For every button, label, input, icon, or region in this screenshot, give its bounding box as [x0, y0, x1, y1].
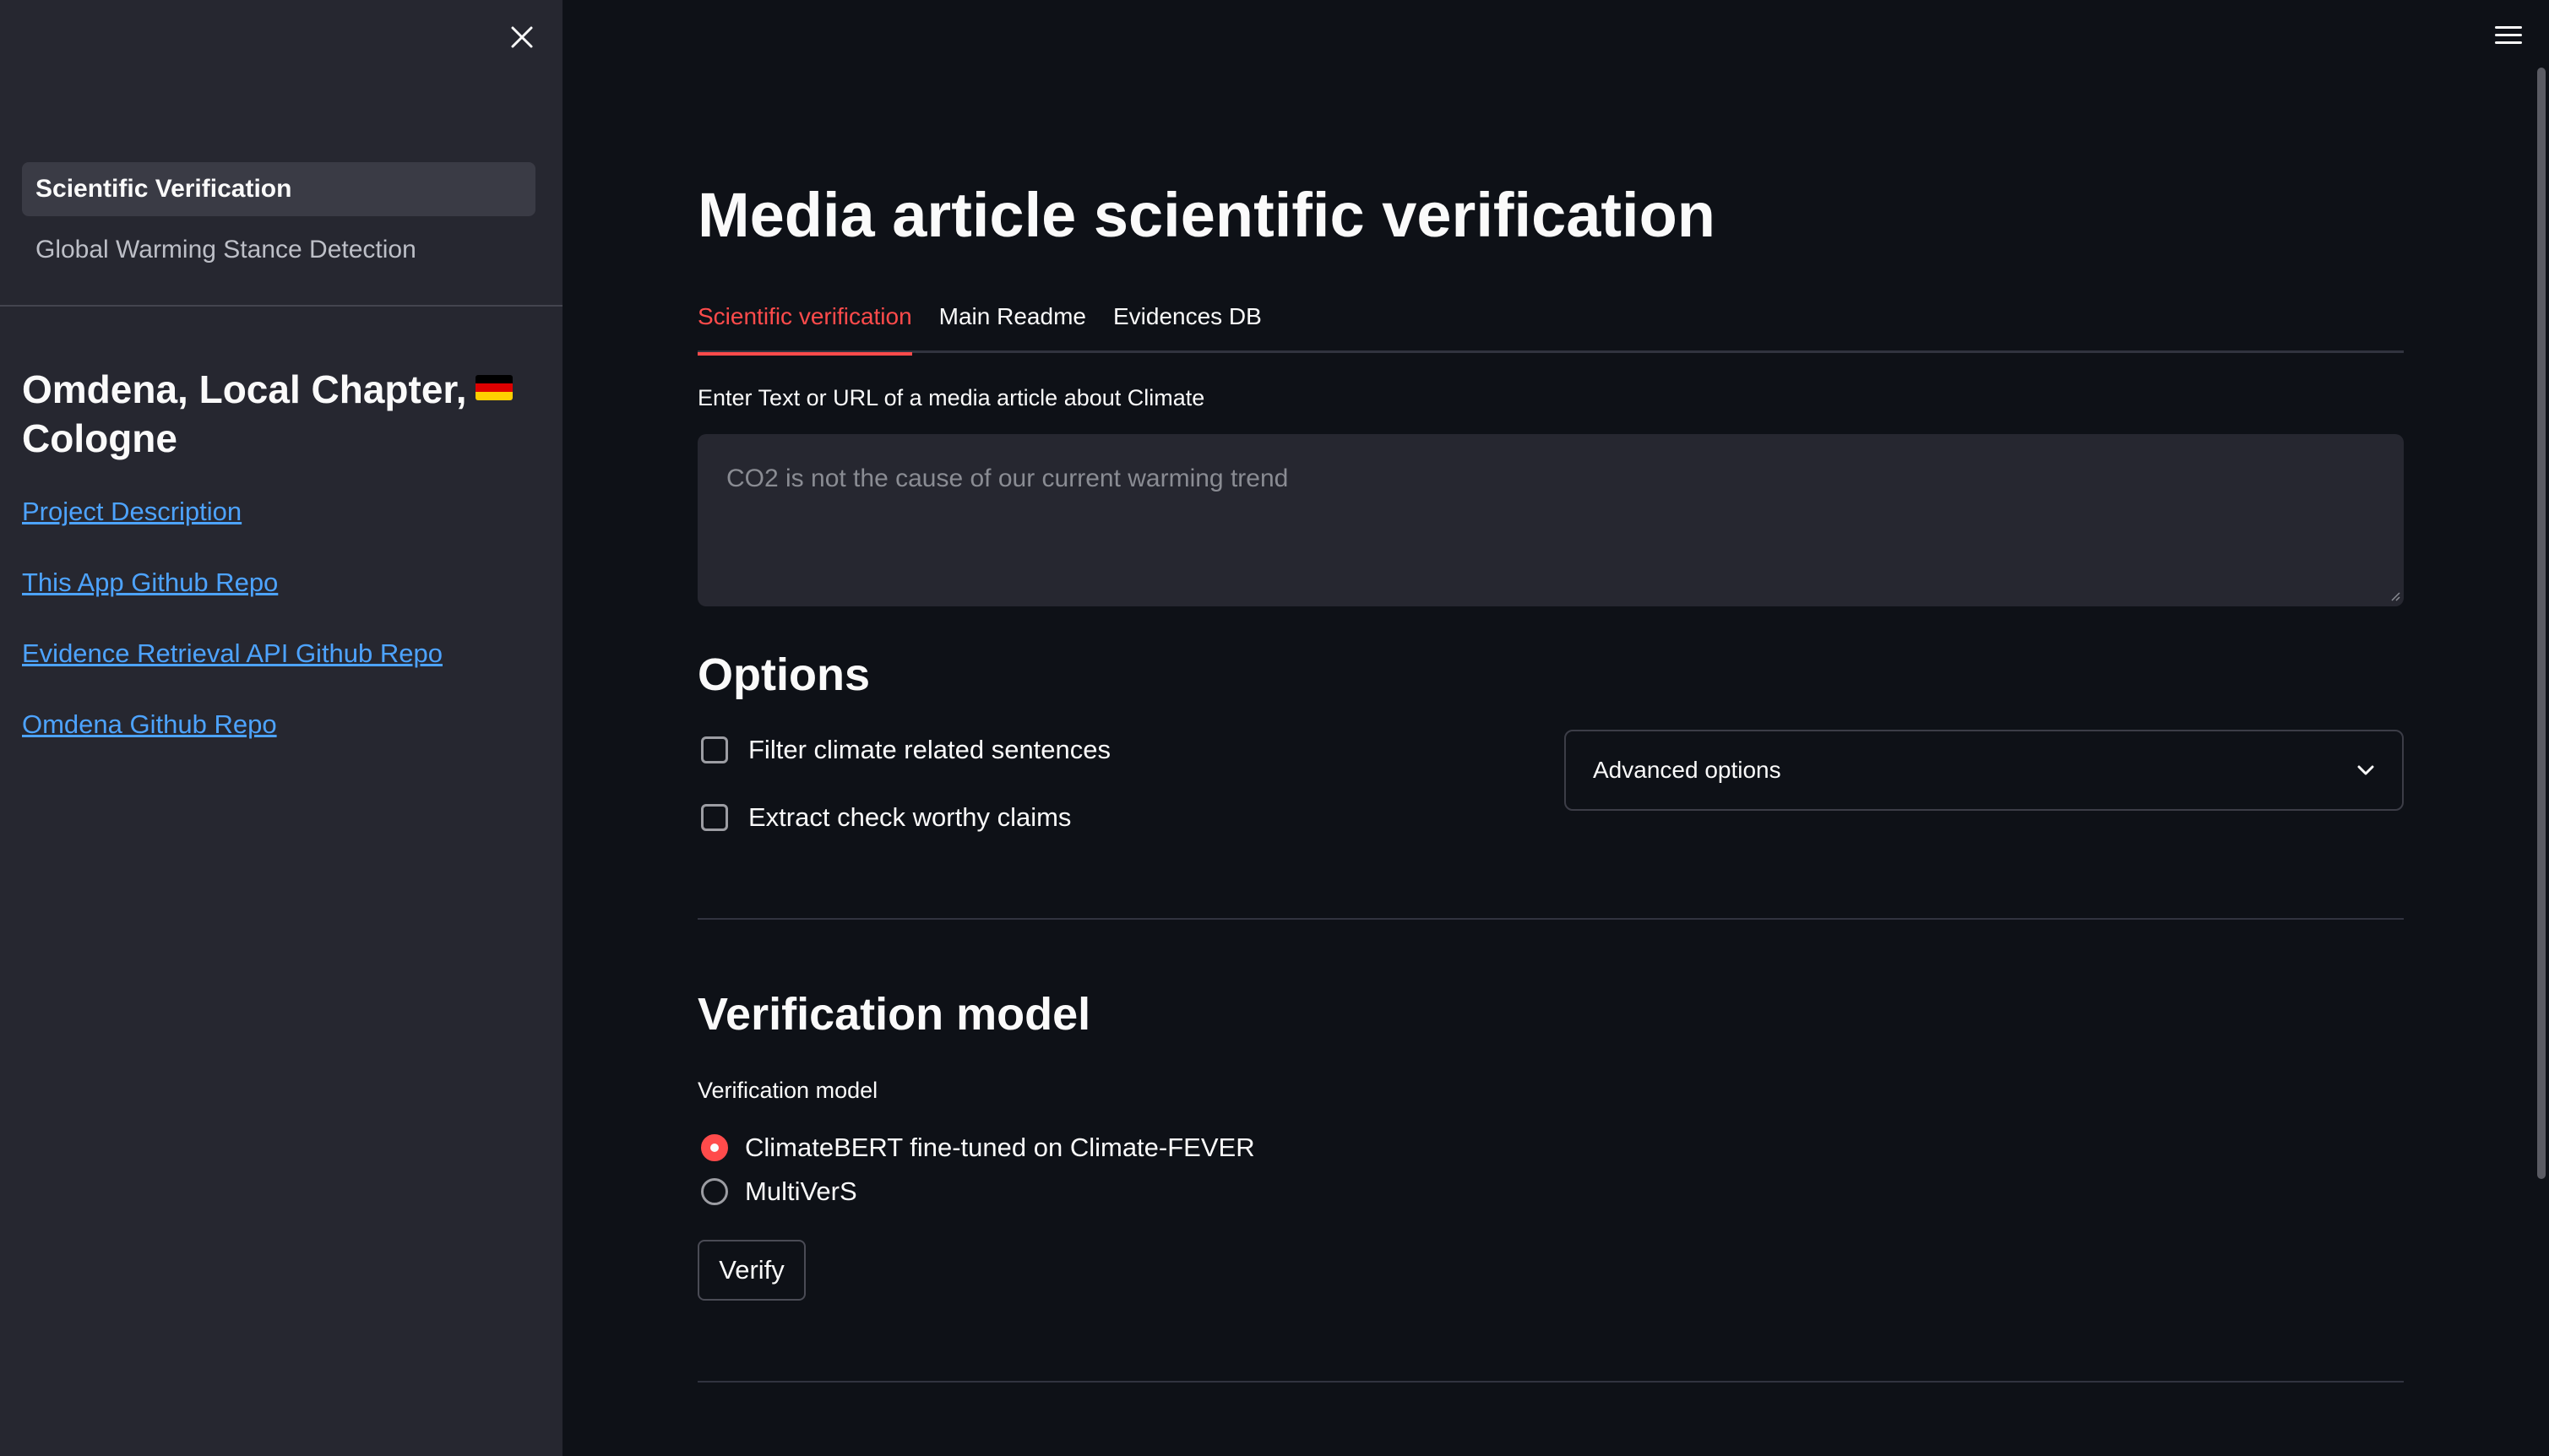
radio-label: ClimateBERT fine-tuned on Climate-FEVER	[745, 1133, 1255, 1162]
checkbox-box[interactable]	[701, 736, 728, 763]
checkbox-label: Filter climate related sentences	[748, 735, 1111, 764]
link-project-description[interactable]: Project Description	[22, 493, 443, 564]
sidebar-close-button[interactable]	[503, 19, 541, 56]
page-title: Media article scientific verification	[698, 180, 1715, 250]
sidebar-links: Project Description This App Github Repo…	[22, 493, 443, 777]
radio-label: MultiVerS	[745, 1176, 857, 1206]
verification-model-title: Verification model	[698, 989, 1091, 1040]
sidebar-heading-line1: Omdena, Local Chapter,	[22, 367, 467, 411]
options-title: Options	[698, 649, 870, 700]
resize-grip-icon[interactable]	[2387, 588, 2400, 601]
tab-main-readme[interactable]: Main Readme	[939, 296, 1086, 353]
radio-button[interactable]	[701, 1178, 728, 1205]
extract-claims-checkbox[interactable]: Extract check worthy claims	[698, 799, 1071, 836]
checkbox-box[interactable]	[701, 804, 728, 831]
sidebar: Scientific Verification Global Warming S…	[0, 0, 563, 1456]
radio-climatebert[interactable]: ClimateBERT fine-tuned on Climate-FEVER	[698, 1128, 1255, 1167]
link-app-github-repo[interactable]: This App Github Repo	[22, 564, 443, 635]
divider	[698, 918, 2404, 920]
main-menu-button[interactable]	[2490, 19, 2527, 52]
tab-bar: Scientific verification Main Readme Evid…	[698, 296, 2404, 356]
sidebar-heading: Omdena, Local Chapter, Cologne	[22, 365, 529, 463]
sidebar-divider	[0, 305, 563, 307]
link-omdena-github-repo[interactable]: Omdena Github Repo	[22, 706, 443, 777]
verify-button[interactable]: Verify	[698, 1240, 806, 1301]
radio-multivers[interactable]: MultiVerS	[698, 1172, 857, 1211]
advanced-options-expander[interactable]: Advanced options	[1564, 730, 2404, 811]
tab-scientific-verification[interactable]: Scientific verification	[698, 296, 912, 356]
app-root: Scientific Verification Global Warming S…	[0, 0, 2549, 1456]
article-input-label: Enter Text or URL of a media article abo…	[698, 385, 1205, 410]
radio-button[interactable]	[701, 1134, 728, 1161]
close-icon	[511, 26, 533, 48]
radio-group-label: Verification model	[698, 1078, 878, 1103]
sidebar-heading-line2: Cologne	[22, 416, 177, 460]
divider	[698, 1381, 2404, 1383]
article-input[interactable]	[698, 434, 2404, 606]
scrollbar[interactable]	[2537, 68, 2546, 1179]
germany-flag-icon	[475, 374, 513, 400]
sidebar-item-scientific-verification[interactable]: Scientific Verification	[22, 162, 535, 216]
filter-climate-checkbox[interactable]: Filter climate related sentences	[698, 731, 1111, 769]
checkbox-label: Extract check worthy claims	[748, 802, 1072, 832]
hamburger-menu-icon	[2495, 26, 2522, 44]
sidebar-nav: Scientific Verification Global Warming S…	[22, 162, 535, 284]
sidebar-item-stance-detection[interactable]: Global Warming Stance Detection	[22, 223, 535, 277]
link-evidence-api-repo[interactable]: Evidence Retrieval API Github Repo	[22, 635, 443, 706]
expander-label: Advanced options	[1593, 757, 1781, 783]
tab-evidences-db[interactable]: Evidences DB	[1113, 296, 1262, 353]
chevron-down-icon	[2357, 765, 2374, 775]
